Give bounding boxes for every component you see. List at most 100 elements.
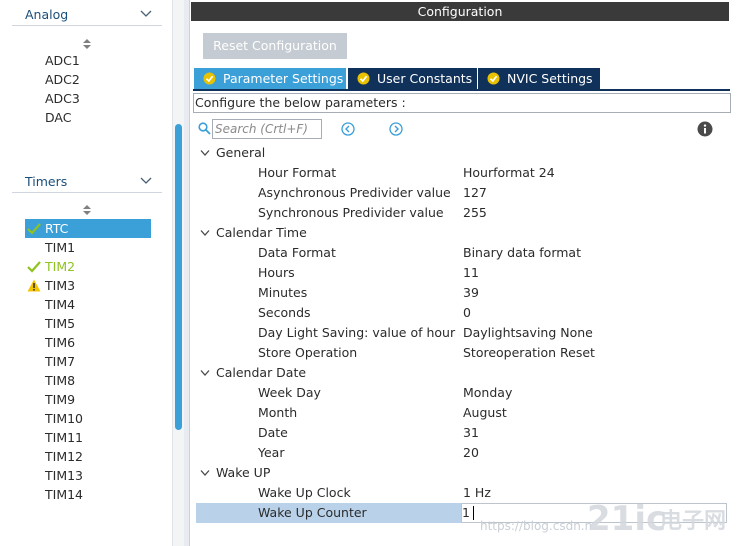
sidebar-item-label: TIM4 xyxy=(45,297,76,312)
tab-user-constants[interactable]: User Constants xyxy=(348,68,477,89)
param-name: Asynchronous Predivider value xyxy=(258,185,451,200)
param-name: Day Light Saving: value of hour a... xyxy=(258,325,460,340)
param-name: Seconds xyxy=(258,305,311,320)
sort-icon[interactable] xyxy=(82,38,92,50)
panel-title: Configuration xyxy=(191,2,729,21)
sidebar-item-label: ADC3 xyxy=(45,91,80,106)
watermark-text: https://blog.csdn.n xyxy=(480,519,593,533)
param-value[interactable]: 1 xyxy=(462,503,470,523)
param-value: 39 xyxy=(463,285,479,300)
chevron-down-icon xyxy=(140,177,152,184)
next-match-icon[interactable] xyxy=(389,122,403,136)
sidebar-item[interactable]: ADC3 xyxy=(25,89,151,108)
param-value: 255 xyxy=(463,205,487,220)
panel-splitter[interactable] xyxy=(184,0,190,546)
group-label: Calendar Date xyxy=(216,365,307,380)
scrollbar-thumb[interactable] xyxy=(175,124,182,430)
collapse-caret-icon[interactable] xyxy=(200,149,210,157)
param-row[interactable]: Year 20 xyxy=(196,443,730,463)
sidebar-item-label: TIM8 xyxy=(45,373,76,388)
sidebar-item-tim1[interactable]: TIM1 xyxy=(25,238,151,257)
param-name: Hour Format xyxy=(258,165,337,180)
sidebar-scrollbar[interactable] xyxy=(172,0,184,546)
sidebar-item-tim9[interactable]: TIM9 xyxy=(25,390,151,409)
sidebar-item-label: TIM6 xyxy=(45,335,76,350)
check-icon xyxy=(27,261,41,273)
sidebar-item[interactable]: DAC xyxy=(25,108,151,127)
param-row[interactable]: Date 31 xyxy=(196,423,730,443)
sidebar-item-tim11[interactable]: TIM11 xyxy=(25,428,151,447)
sidebar-item-tim12[interactable]: TIM12 xyxy=(25,447,151,466)
group-label: Wake UP xyxy=(216,465,271,480)
sidebar-item[interactable]: ADC1 xyxy=(25,51,151,70)
sidebar-item-tim2[interactable]: TIM2 xyxy=(25,257,151,276)
param-row[interactable]: Hour Format Hourformat 24 xyxy=(196,163,730,183)
info-icon[interactable] xyxy=(697,121,713,137)
tab-nvic-settings[interactable]: NVIC Settings xyxy=(478,68,600,89)
param-value: 127 xyxy=(463,185,487,200)
param-value: August xyxy=(463,405,507,420)
sidebar-item-tim6[interactable]: TIM6 xyxy=(25,333,151,352)
param-row[interactable]: Month August xyxy=(196,403,730,423)
category-header-analog[interactable]: Analog xyxy=(12,2,162,26)
check-circle-icon xyxy=(487,72,500,85)
param-name: Date xyxy=(258,425,288,440)
sidebar-item-tim13[interactable]: TIM13 xyxy=(25,466,151,485)
param-name: Year xyxy=(258,445,285,460)
param-row[interactable]: Data Format Binary data format xyxy=(196,243,730,263)
param-value: Binary data format xyxy=(463,245,581,260)
21ic-logo: 21ic 电子网 xyxy=(587,499,726,539)
sidebar-item-tim3[interactable]: TIM3 xyxy=(25,276,151,295)
category-label: Analog xyxy=(25,7,69,22)
param-name: Store Operation xyxy=(258,345,358,360)
param-name: Data Format xyxy=(258,245,336,260)
warning-icon xyxy=(27,279,41,292)
param-value: 31 xyxy=(463,425,479,440)
sidebar-item-tim8[interactable]: TIM8 xyxy=(25,371,151,390)
sidebar-item-tim5[interactable]: TIM5 xyxy=(25,314,151,333)
tab-parameter-settings[interactable]: Parameter Settings xyxy=(194,68,346,89)
param-value: 0 xyxy=(463,305,471,320)
param-row[interactable]: Week Day Monday xyxy=(196,383,730,403)
search-icon xyxy=(198,122,211,135)
param-value: Hourformat 24 xyxy=(463,165,555,180)
param-row[interactable]: Hours 11 xyxy=(196,263,730,283)
collapse-caret-icon[interactable] xyxy=(200,469,210,477)
sidebar-item-label: TIM5 xyxy=(45,316,76,331)
sidebar-item-label: TIM12 xyxy=(45,449,84,464)
param-row[interactable]: Seconds 0 xyxy=(196,303,730,323)
sidebar-item-label: ADC2 xyxy=(45,72,80,87)
sidebar-item-tim10[interactable]: TIM10 xyxy=(25,409,151,428)
param-name: Wake Up Counter xyxy=(258,505,367,520)
param-name: Hours xyxy=(258,265,295,280)
sidebar-item-tim4[interactable]: TIM4 xyxy=(25,295,151,314)
sidebar-item-label: DAC xyxy=(45,110,72,125)
param-row[interactable]: Day Light Saving: value of hour a... Dayl… xyxy=(196,323,730,343)
sidebar-item-rtc[interactable]: RTC xyxy=(25,219,151,238)
sidebar-item-label: TIM10 xyxy=(45,411,84,426)
reset-configuration-button[interactable]: Reset Configuration xyxy=(203,33,347,59)
category-label: Timers xyxy=(25,174,68,189)
category-header-timers[interactable]: Timers xyxy=(12,169,162,193)
sidebar-item[interactable]: ADC2 xyxy=(25,70,151,89)
tab-underline xyxy=(193,89,730,91)
sidebar-item-tim14[interactable]: TIM14 xyxy=(25,485,151,504)
param-row[interactable]: Store Operation Storeoperation Reset xyxy=(196,343,730,363)
param-row[interactable]: Minutes 39 xyxy=(196,283,730,303)
tab-label: User Constants xyxy=(377,71,473,86)
component-sidebar: Analog ADC1 ADC2 ADC3 DAC Timers RTC TIM1 TIM… xyxy=(0,0,172,546)
param-row[interactable]: Synchronous Predivider value 255 xyxy=(196,203,730,223)
collapse-caret-icon[interactable] xyxy=(200,369,210,377)
collapse-caret-icon[interactable] xyxy=(200,229,210,237)
check-circle-icon xyxy=(357,72,370,85)
sidebar-item-tim7[interactable]: TIM7 xyxy=(25,352,151,371)
search-input[interactable] xyxy=(212,119,322,139)
text-cursor xyxy=(473,506,474,520)
group-label: Calendar Time xyxy=(216,225,307,240)
sort-icon[interactable] xyxy=(82,204,92,216)
param-value: 20 xyxy=(463,445,479,460)
svg-text:21ic: 21ic xyxy=(587,499,666,539)
chevron-down-icon xyxy=(140,10,152,17)
param-row[interactable]: Asynchronous Predivider value 127 xyxy=(196,183,730,203)
previous-match-icon[interactable] xyxy=(341,122,355,136)
